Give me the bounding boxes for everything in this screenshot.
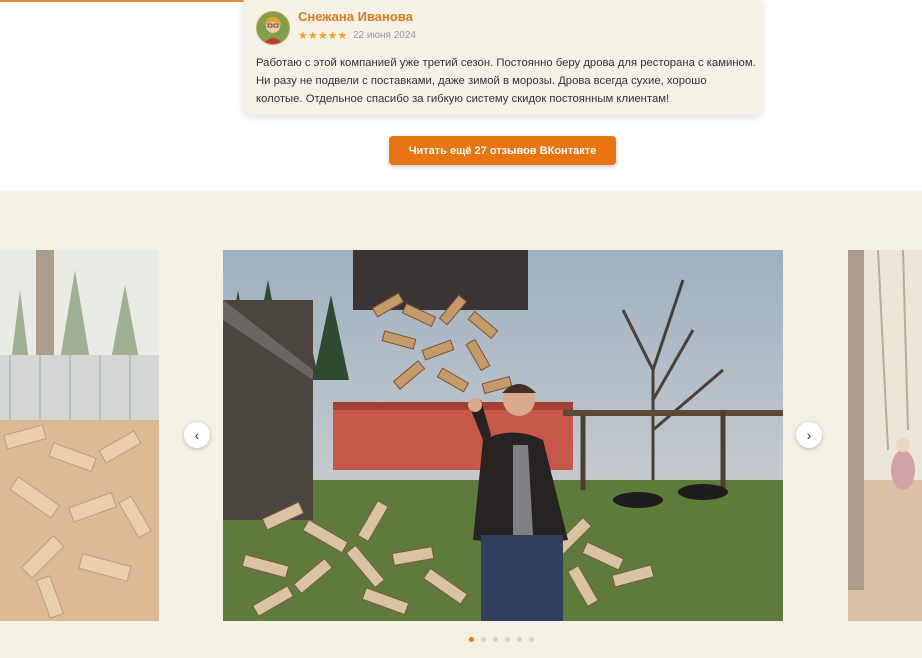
gallery-prev-button[interactable]: ‹ [184,422,210,448]
gallery-current-slide [223,250,783,621]
reviewer-name: Снежана Иванова [298,9,413,24]
gallery-dot[interactable] [481,637,486,642]
review-card: Снежана Иванова ★★★★★ 22 июня 2024 Работ… [243,0,763,115]
gallery-dot[interactable] [493,637,498,642]
chevron-left-icon: ‹ [194,427,200,443]
review-text: Работаю с этой компанией уже третий сезо… [256,57,756,105]
gallery-dot[interactable] [517,637,522,642]
read-more-reviews-button[interactable]: Читать ещё 27 отзывов ВКонтакте [389,136,616,165]
gallery-dot[interactable] [469,637,474,642]
gallery-next-button[interactable]: › [796,422,822,448]
photo-gallery: ‹ › [0,191,922,658]
gallery-dot[interactable] [529,637,534,642]
review-date: 22 июня 2024 [353,30,416,41]
gallery-dot[interactable] [505,637,510,642]
reviewer-avatar [256,11,290,45]
gallery-prev-slide-preview[interactable] [0,250,159,621]
rating-stars: ★★★★★ [298,30,348,42]
gallery-pagination [469,637,534,642]
chevron-right-icon: › [806,427,812,443]
gallery-next-slide-preview[interactable] [848,250,922,621]
